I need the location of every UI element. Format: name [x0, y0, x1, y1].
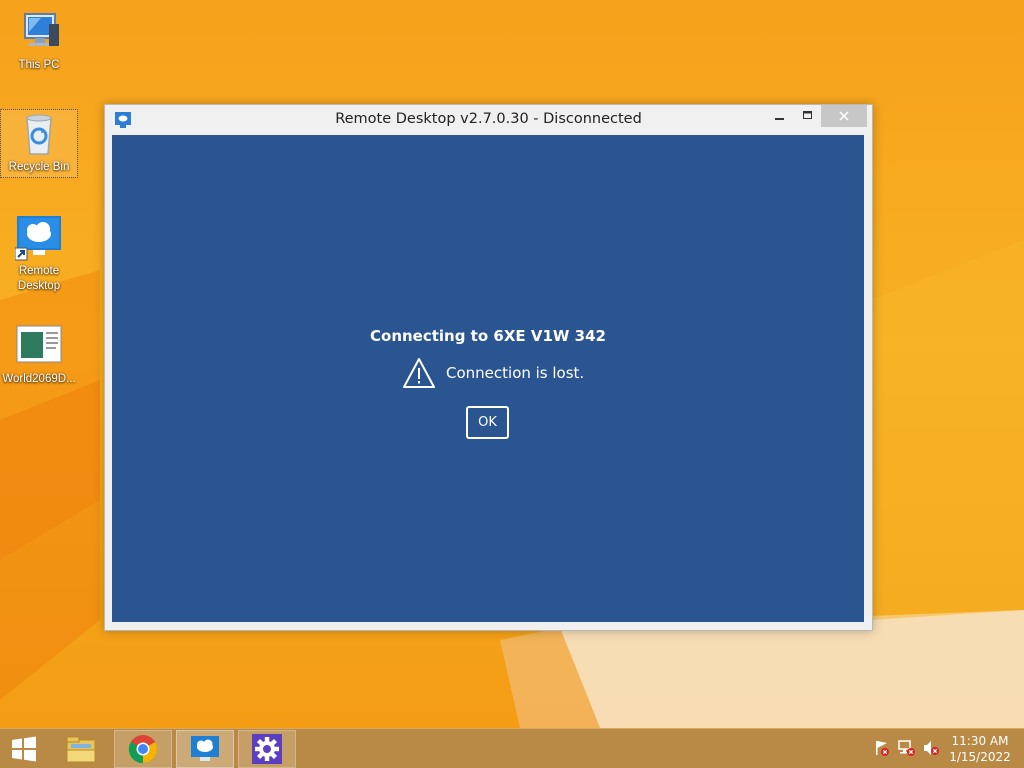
- window-title: Remote Desktop v2.7.0.30 - Disconnected: [335, 111, 642, 127]
- desktop: This PC Recycle Bin Remote Desktop World…: [0, 0, 1024, 768]
- action-center-flag-icon[interactable]: [873, 739, 891, 757]
- desktop-icon-label: World2069D...: [2, 373, 76, 385]
- clock-date: 1/15/2022: [949, 750, 1011, 764]
- desktop-icon-label: This PC: [18, 59, 60, 71]
- desktop-icon-label: Remote Desktop: [17, 265, 61, 292]
- connection-message: Connection is lost.: [446, 364, 585, 382]
- desktop-icon-recycle-bin[interactable]: Recycle Bin: [0, 109, 78, 178]
- window-titlebar[interactable]: Remote Desktop v2.7.0.30 - Disconnected: [105, 105, 872, 135]
- clock-time: 11:30 AM: [951, 734, 1009, 748]
- remote-desktop-window: Remote Desktop v2.7.0.30 - Disconnected …: [104, 104, 873, 631]
- maximize-button[interactable]: [795, 105, 821, 127]
- minimize-button[interactable]: [767, 105, 793, 127]
- desktop-icon-this-pc[interactable]: This PC: [1, 8, 77, 73]
- file-explorer-icon: [66, 736, 96, 763]
- connection-message-row: Connection is lost.: [402, 355, 584, 391]
- remote-desktop-icon: [191, 736, 219, 761]
- taskbar-remote-desktop[interactable]: [176, 730, 234, 768]
- connection-dialog-area: Connecting to 6XE V1W 342 Connection is …: [112, 135, 864, 622]
- minimize-icon: [775, 118, 784, 120]
- taskbar-file-explorer[interactable]: [58, 730, 104, 768]
- remote-desktop-icon: [14, 214, 63, 262]
- desktop-icon-remote-desktop[interactable]: Remote Desktop: [1, 214, 77, 294]
- system-clock[interactable]: 11:30 AM 1/15/2022: [944, 733, 1016, 765]
- volume-muted-icon[interactable]: [922, 739, 940, 757]
- ok-button[interactable]: OK: [466, 406, 509, 439]
- connection-heading: Connecting to 6XE V1W 342: [370, 327, 606, 345]
- windows-logo-icon: [12, 736, 36, 762]
- start-button[interactable]: [0, 730, 48, 768]
- document-icon: [15, 322, 63, 370]
- network-icon[interactable]: [898, 739, 916, 757]
- taskbar-settings[interactable]: [238, 730, 296, 768]
- chrome-icon: [128, 735, 157, 764]
- maximize-icon: [803, 111, 812, 119]
- desktop-icon-world2069[interactable]: World2069D...: [1, 322, 77, 387]
- settings-gear-icon: [252, 734, 282, 764]
- close-button[interactable]: [821, 105, 867, 127]
- desktop-icon-label: Recycle Bin: [8, 161, 70, 173]
- warning-icon: [403, 358, 435, 388]
- close-icon: [839, 111, 849, 121]
- computer-icon: [15, 8, 63, 56]
- recycle-bin-icon: [15, 110, 63, 158]
- taskbar: [0, 728, 1024, 768]
- taskbar-chrome[interactable]: [114, 730, 172, 768]
